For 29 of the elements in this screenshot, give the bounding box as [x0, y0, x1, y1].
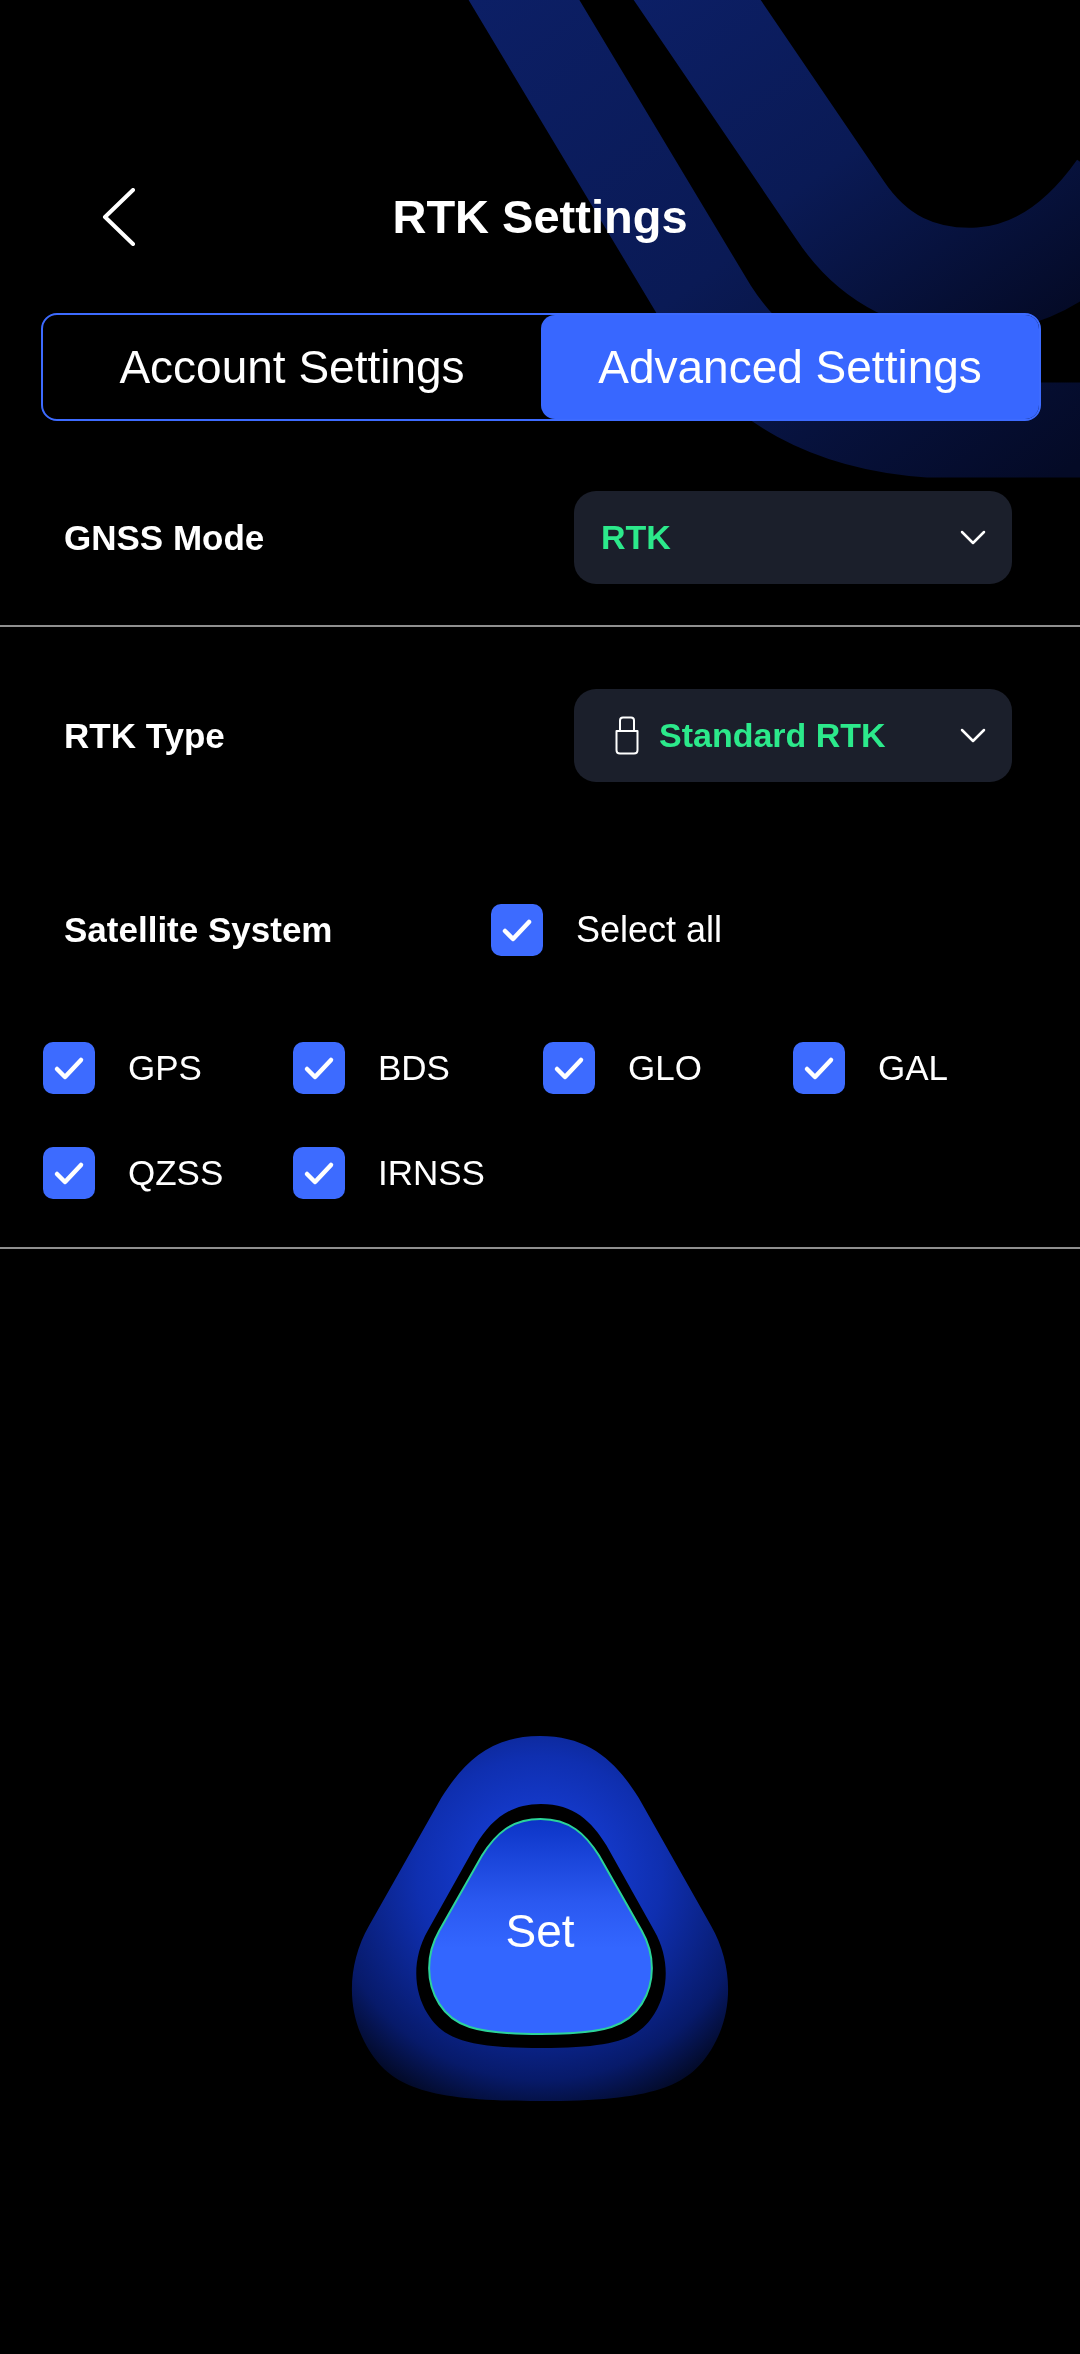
setting-label: Satellite System — [64, 910, 333, 950]
setting-label: RTK Type — [64, 715, 225, 756]
back-icon[interactable] — [102, 188, 136, 246]
checkbox-label: GAL — [878, 1048, 949, 1088]
checkbox-label: GPS — [128, 1048, 202, 1088]
tab[interactable]: Account Settings — [43, 315, 541, 419]
dropdown[interactable]: Standard RTK — [574, 689, 1012, 782]
checkbox[interactable] — [293, 1042, 345, 1094]
chevron-down-icon — [960, 530, 986, 545]
checkbox-label: IRNSS — [378, 1153, 485, 1193]
set-button[interactable]: Set — [350, 1736, 730, 2101]
tab[interactable]: Advanced Settings — [541, 315, 1039, 419]
checkbox[interactable] — [43, 1147, 95, 1199]
checkbox[interactable] — [543, 1042, 595, 1094]
checkbox-label: BDS — [378, 1048, 450, 1088]
bottle-icon — [615, 716, 639, 755]
checkbox-label: QZSS — [128, 1153, 224, 1193]
screen-title: RTK Settings — [392, 189, 688, 245]
chevron-down-icon — [960, 728, 986, 743]
dropdown-value: Standard RTK — [659, 716, 886, 755]
checkbox[interactable] — [43, 1042, 95, 1094]
checkbox[interactable] — [793, 1042, 845, 1094]
checkbox[interactable] — [293, 1147, 345, 1199]
checkbox[interactable] — [491, 904, 543, 956]
dropdown-value: RTK — [601, 518, 671, 557]
checkbox-label: Select all — [576, 909, 723, 951]
dropdown[interactable]: RTK — [574, 491, 1012, 584]
checkbox-label: GLO — [628, 1048, 702, 1088]
setting-label: GNSS Mode — [64, 517, 265, 558]
